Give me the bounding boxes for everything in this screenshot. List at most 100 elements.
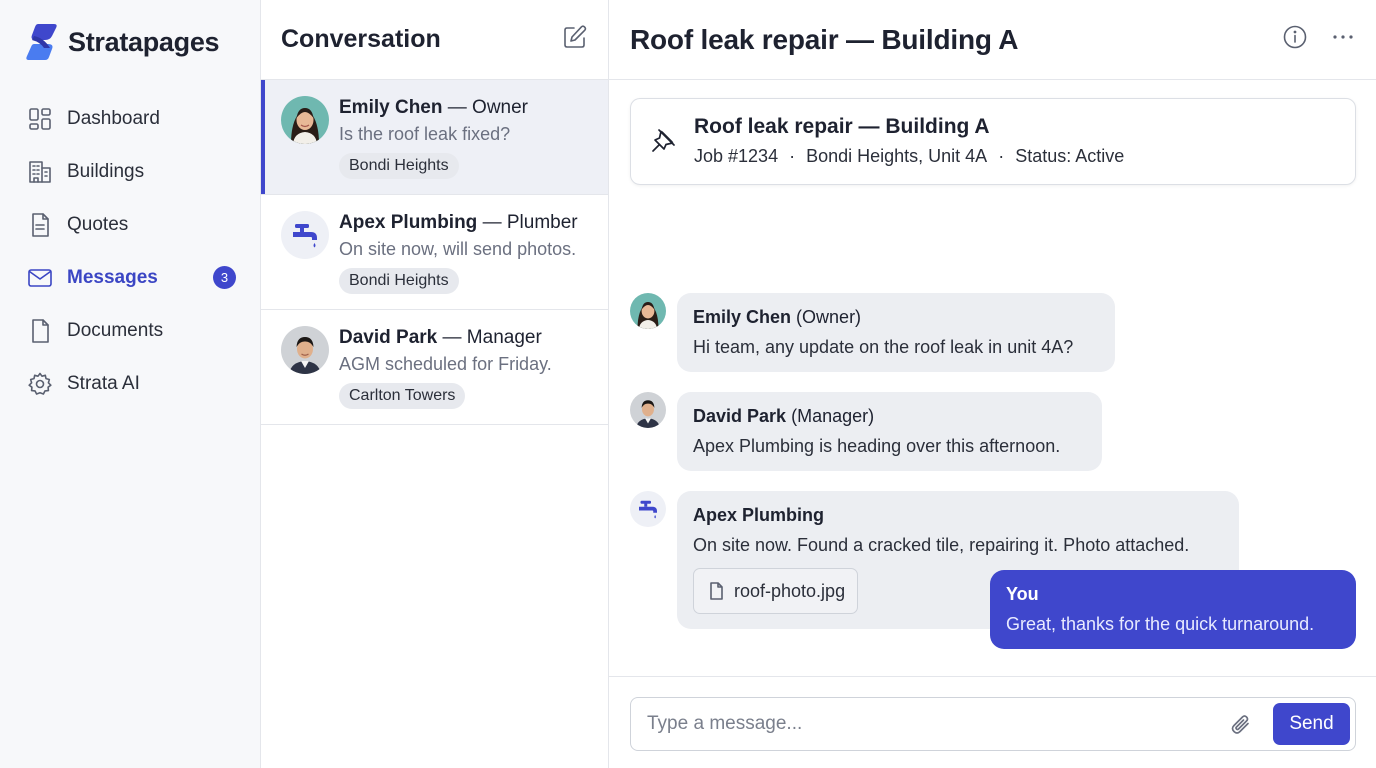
info-button[interactable] bbox=[1282, 24, 1308, 55]
pinned-meta: Job #1234 · Bondi Heights, Unit 4A · Status:… bbox=[694, 146, 1124, 167]
conversation-list: Conversation Emily Chen — Owner Is the r… bbox=[261, 0, 609, 768]
job-number: Job #1234 bbox=[694, 146, 779, 166]
meta-separator: · bbox=[998, 146, 1005, 166]
document-icon bbox=[32, 318, 49, 343]
compose-icon bbox=[564, 25, 587, 48]
avatar bbox=[630, 392, 666, 428]
meta-separator: · bbox=[789, 146, 796, 166]
pinned-job-card[interactable]: Roof leak repair — Building A Job #1234 ·… bbox=[630, 98, 1356, 185]
sidebar-item-label: Messages bbox=[67, 266, 158, 288]
more-options-button[interactable] bbox=[1330, 24, 1356, 55]
attachment-filename: roof-photo.jpg bbox=[734, 580, 846, 601]
sender-name: Apex Plumbing bbox=[693, 505, 825, 525]
building-tag: Bondi Heights bbox=[339, 153, 459, 179]
conversation-list-title: Conversation bbox=[281, 25, 441, 53]
compose-button[interactable] bbox=[562, 24, 588, 55]
gear-icon bbox=[28, 372, 52, 395]
composer-area: Send bbox=[609, 676, 1376, 768]
conversation-item-david-park[interactable]: David Park — Manager AGM scheduled for F… bbox=[261, 310, 608, 425]
message-own: You Great, thanks for the quick turnarou… bbox=[990, 570, 1356, 649]
sidebar-item-label: Quotes bbox=[67, 213, 129, 235]
conversation-role: — Plumber bbox=[482, 212, 578, 233]
conversation-preview: Is the roof leak fixed? bbox=[339, 124, 511, 144]
conversation-name-line: Emily Chen — Owner bbox=[339, 96, 608, 120]
sidebar-item-messages[interactable]: Messages 3 bbox=[14, 251, 248, 304]
more-horizontal-icon bbox=[1333, 35, 1353, 39]
conversation-preview: On site now, will send photos. bbox=[339, 239, 577, 259]
sidebar-item-strata-ai[interactable]: Strata AI bbox=[14, 357, 248, 410]
message-sender: David Park (Manager) bbox=[693, 404, 1086, 428]
message-text: Apex Plumbing is heading over this after… bbox=[693, 436, 1061, 456]
conversation-list-header: Conversation bbox=[261, 0, 608, 80]
conversation-role: — Owner bbox=[447, 97, 529, 118]
conversation-name: Emily Chen bbox=[339, 97, 443, 118]
attachment-file[interactable]: roof-photo.jpg bbox=[693, 568, 859, 614]
sidebar-item-quotes[interactable]: Quotes bbox=[14, 198, 248, 251]
sender-role: (Owner) bbox=[796, 307, 862, 327]
chat-panel: Roof leak repair — Building A Roof leak … bbox=[609, 0, 1376, 768]
sidebar-item-dashboard[interactable]: Dashboard bbox=[14, 92, 248, 145]
building-tag: Carlton Towers bbox=[339, 383, 466, 409]
avatar bbox=[281, 211, 329, 259]
building-icon bbox=[29, 160, 51, 183]
avatar bbox=[281, 96, 329, 144]
sender-name: David Park bbox=[693, 406, 787, 426]
mail-icon bbox=[28, 268, 52, 287]
message-bubble: David Park (Manager) Apex Plumbing is he… bbox=[677, 392, 1102, 471]
app-name: Stratapages bbox=[68, 26, 220, 57]
avatar bbox=[630, 293, 666, 329]
brand[interactable]: Stratapages bbox=[24, 22, 220, 62]
conversation-preview: AGM scheduled for Friday. bbox=[339, 354, 552, 374]
faucet-icon bbox=[639, 500, 657, 519]
david-park-avatar-photo bbox=[630, 392, 666, 428]
avatar bbox=[281, 326, 329, 374]
conversation-item-emily-chen[interactable]: Emily Chen — Owner Is the roof leak fixe… bbox=[261, 80, 608, 195]
message-composer: Send bbox=[630, 697, 1356, 751]
emily-chen-avatar-photo bbox=[630, 293, 666, 329]
message-text: On site now. Found a cracked tile, repai… bbox=[693, 535, 1190, 555]
building-tag: Bondi Heights bbox=[339, 268, 459, 294]
unread-badge: 3 bbox=[213, 266, 236, 289]
message-text: Hi team, any update on the roof leak in … bbox=[693, 337, 1074, 357]
message-input[interactable] bbox=[647, 711, 1207, 737]
faucet-icon bbox=[293, 224, 317, 248]
sender-role: (Manager) bbox=[791, 406, 875, 426]
send-button[interactable]: Send bbox=[1273, 703, 1350, 745]
pinned-title: Roof leak repair — Building A bbox=[694, 115, 990, 138]
emily-chen-avatar-photo bbox=[281, 96, 329, 144]
paperclip-icon bbox=[1231, 715, 1249, 734]
sidebar-item-documents[interactable]: Documents bbox=[14, 304, 248, 357]
sidebar-item-label: Strata AI bbox=[67, 372, 140, 394]
message-sender: Emily Chen (Owner) bbox=[693, 305, 1099, 329]
sender-name: Emily Chen bbox=[693, 307, 792, 327]
stratapages-logo-icon bbox=[26, 24, 57, 60]
chat-header: Roof leak repair — Building A bbox=[609, 0, 1376, 80]
conversation-name-line: Apex Plumbing — Plumber bbox=[339, 211, 608, 235]
sidebar-item-label: Documents bbox=[67, 319, 164, 341]
avatar bbox=[630, 491, 666, 527]
chat-title: Roof leak repair — Building A bbox=[630, 23, 1019, 55]
sidebar: Stratapages Dashboard Buildings Quotes M… bbox=[0, 0, 261, 768]
pin-icon bbox=[649, 127, 677, 155]
info-icon bbox=[1283, 25, 1307, 49]
dashboard-icon bbox=[29, 107, 51, 130]
conversation-item-apex-plumbing[interactable]: Apex Plumbing — Plumber On site now, wil… bbox=[261, 195, 608, 310]
message-text: Great, thanks for the quick turnaround. bbox=[1006, 614, 1315, 634]
job-status: Status: Active bbox=[1015, 146, 1125, 166]
conversation-name-line: David Park — Manager bbox=[339, 326, 608, 350]
chat-header-actions bbox=[1282, 24, 1356, 55]
job-location: Bondi Heights, Unit 4A bbox=[806, 146, 988, 166]
quote-document-icon bbox=[32, 212, 49, 237]
conversation-name: Apex Plumbing bbox=[339, 212, 478, 233]
conversation-role: — Manager bbox=[442, 327, 542, 348]
attach-button[interactable] bbox=[1227, 711, 1255, 739]
sidebar-item-label: Buildings bbox=[67, 160, 145, 182]
file-icon bbox=[710, 582, 723, 600]
message-sender: Apex Plumbing bbox=[693, 503, 1223, 527]
sidebar-item-label: Dashboard bbox=[67, 107, 160, 129]
sidebar-item-buildings[interactable]: Buildings bbox=[14, 145, 248, 198]
sender-name: You bbox=[1006, 584, 1039, 604]
david-park-avatar-photo bbox=[281, 326, 329, 374]
sidebar-nav: Dashboard Buildings Quotes Messages 3 Do… bbox=[14, 92, 248, 410]
conversation-name: David Park bbox=[339, 327, 438, 348]
